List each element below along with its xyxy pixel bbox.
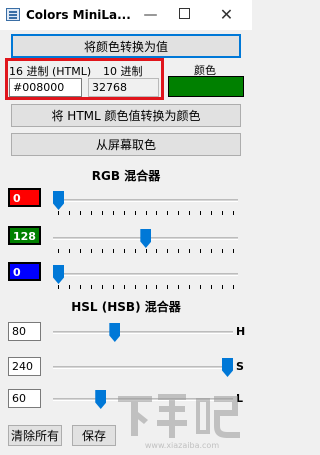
- watermark-logo: www.xiazaiba.com: [112, 382, 252, 452]
- slider-tick: [233, 211, 234, 215]
- clear-all-button[interactable]: 清除所有: [8, 425, 62, 446]
- color-swatch: [168, 76, 244, 97]
- slider-tick: [167, 285, 169, 289]
- slider-tick: [167, 249, 169, 253]
- slider-tick: [68, 285, 70, 289]
- slider-tick: [79, 285, 81, 289]
- slider-tick: [233, 249, 234, 253]
- slider-tick: [211, 285, 213, 289]
- slider-tick: [222, 249, 224, 253]
- pick-screen-color-button[interactable]: 从屏幕取色: [11, 133, 241, 156]
- slider-tick: [58, 211, 59, 215]
- h-slider-track[interactable]: [53, 331, 233, 334]
- blue-slider-track[interactable]: [53, 273, 238, 276]
- l-slider-track[interactable]: [53, 398, 233, 401]
- slider-tick: [90, 211, 92, 215]
- green-slider-thumb[interactable]: [140, 229, 152, 248]
- slider-tick: [112, 211, 114, 215]
- slider-tick: [222, 211, 224, 215]
- h-value-input[interactable]: 80: [8, 322, 41, 341]
- l-slider-thumb[interactable]: [95, 390, 107, 409]
- slider-tick: [123, 285, 125, 289]
- slider-tick: [134, 285, 136, 289]
- slider-tick: [123, 211, 125, 215]
- slider-tick: [211, 211, 213, 215]
- slider-tick: [156, 249, 158, 253]
- slider-tick: [68, 211, 70, 215]
- rgb-mixer-title: RGB 混合器: [91, 169, 161, 183]
- slider-tick: [178, 211, 180, 215]
- save-button[interactable]: 保存: [72, 425, 116, 446]
- slider-tick: [90, 249, 92, 253]
- slider-tick: [200, 285, 202, 289]
- slider-tick: [156, 285, 158, 289]
- html-to-color-button[interactable]: 将 HTML 颜色值转换为颜色: [11, 104, 241, 127]
- app-icon: [6, 8, 20, 21]
- green-value-box[interactable]: 128: [8, 226, 41, 245]
- slider-tick: [145, 249, 147, 253]
- slider-tick: [101, 249, 103, 253]
- h-slider-thumb[interactable]: [109, 323, 121, 342]
- slider-tick: [58, 249, 59, 253]
- slider-tick: [189, 285, 191, 289]
- slider-tick: [233, 285, 234, 289]
- slider-tick: [200, 249, 202, 253]
- slider-tick: [112, 249, 114, 253]
- s-value-input[interactable]: 240: [8, 357, 41, 376]
- slider-tick: [112, 285, 114, 289]
- red-slider-ticks: [53, 211, 238, 215]
- red-value-box[interactable]: 0: [8, 188, 41, 207]
- green-slider-ticks: [53, 249, 238, 253]
- minimize-button[interactable]: —: [138, 3, 163, 27]
- slider-tick: [167, 211, 169, 215]
- hex-label: 16 进制 (HTML): [9, 65, 92, 78]
- slider-tick: [178, 285, 180, 289]
- red-slider-track[interactable]: [53, 199, 238, 202]
- slider-tick: [189, 211, 191, 215]
- slider-tick: [178, 249, 180, 253]
- slider-tick: [68, 249, 70, 253]
- hex-input[interactable]: #008000: [9, 78, 82, 97]
- decimal-label: 10 进制: [103, 65, 143, 78]
- slider-tick: [101, 285, 103, 289]
- h-label: H: [236, 325, 246, 338]
- hsl-mixer-title: HSL (HSB) 混合器: [71, 300, 181, 314]
- maximize-button[interactable]: [172, 3, 197, 27]
- red-slider-thumb[interactable]: [53, 191, 64, 210]
- slider-tick: [211, 249, 213, 253]
- svg-text:www.xiazaiba.com: www.xiazaiba.com: [145, 441, 219, 450]
- blue-slider-thumb[interactable]: [53, 265, 64, 284]
- slider-tick: [134, 249, 136, 253]
- slider-tick: [200, 211, 202, 215]
- slider-tick: [90, 285, 92, 289]
- slider-tick: [123, 249, 125, 253]
- maximize-icon: [179, 8, 190, 19]
- slider-tick: [222, 285, 224, 289]
- s-label: S: [236, 360, 244, 373]
- s-slider-track[interactable]: [53, 366, 233, 369]
- blue-value-box[interactable]: 0: [8, 262, 41, 281]
- convert-color-to-value-button[interactable]: 将颜色转换为值: [11, 34, 241, 58]
- l-value-input[interactable]: 60: [8, 389, 41, 408]
- slider-tick: [101, 211, 103, 215]
- blue-slider-ticks: [53, 285, 238, 289]
- slider-tick: [79, 249, 81, 253]
- decimal-input[interactable]: 32768: [88, 78, 159, 97]
- close-button[interactable]: ✕: [214, 3, 239, 27]
- slider-tick: [79, 211, 81, 215]
- l-label: L: [236, 392, 244, 405]
- slider-tick: [145, 211, 147, 215]
- slider-tick: [134, 211, 136, 215]
- slider-tick: [58, 285, 59, 289]
- slider-tick: [156, 211, 158, 215]
- slider-tick: [189, 249, 191, 253]
- slider-tick: [145, 285, 147, 289]
- s-slider-thumb[interactable]: [222, 358, 233, 377]
